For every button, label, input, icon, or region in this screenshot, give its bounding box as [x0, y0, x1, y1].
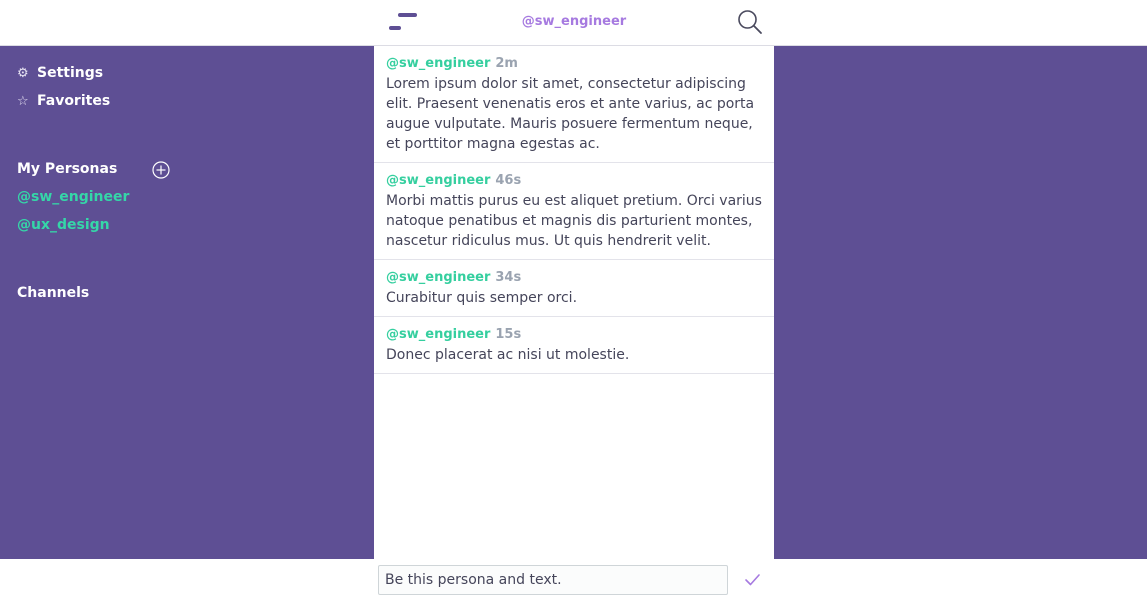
post-text: Morbi mattis purus eu est aliquet pretiu… [386, 193, 762, 249]
post-timestamp: 34s [495, 270, 522, 285]
sidebar-item-label: Settings [37, 65, 104, 81]
post-username[interactable]: @sw_engineer [386, 56, 490, 71]
post-timestamp: 15s [495, 327, 522, 342]
page-title: @sw_engineer [521, 14, 627, 29]
post-text: Donec placerat ac nisi ut molestie. [386, 347, 630, 363]
composer-bar [0, 559, 1147, 601]
post-item[interactable]: @sw_engineer 46s Morbi mattis purus eu es… [374, 163, 774, 260]
post-timestamp: 46s [495, 173, 522, 188]
post-text: Lorem ipsum dolor sit amet, consectetur … [386, 76, 755, 152]
sidebar-item-settings[interactable]: ⚙ Settings [17, 65, 103, 81]
post-item[interactable]: @sw_engineer 2m Lorem ipsum dolor sit ame… [374, 46, 774, 163]
sidebar-item-label: Favorites [37, 93, 111, 109]
search-icon[interactable] [737, 9, 763, 35]
plus-circle-icon[interactable] [152, 161, 170, 179]
sidebar-item-favorites[interactable]: ☆ Favorites [17, 93, 110, 109]
post-username[interactable]: @sw_engineer [386, 327, 490, 342]
post-username[interactable]: @sw_engineer [386, 173, 490, 188]
top-bar: @sw_engineer [0, 0, 1147, 46]
sidebar: ⚙ Settings ☆ Favorites My Personas @sw_e… [0, 46, 374, 559]
post-feed: @sw_engineer 2m Lorem ipsum dolor sit ame… [374, 46, 774, 559]
channels-heading[interactable]: Channels [17, 285, 89, 301]
star-icon: ☆ [17, 93, 29, 109]
personas-heading: My Personas [17, 161, 118, 177]
post-username[interactable]: @sw_engineer [386, 270, 490, 285]
gear-icon: ⚙ [17, 65, 29, 81]
compose-input[interactable] [378, 565, 728, 595]
post-timestamp: 2m [495, 56, 518, 71]
post-item[interactable]: @sw_engineer 15s Donec placerat ac nisi u… [374, 317, 774, 374]
post-text: Curabitur quis semper orci. [386, 290, 578, 306]
persona-sw-engineer[interactable]: @sw_engineer [17, 189, 129, 205]
post-item[interactable]: @sw_engineer 34s Curabitur quis semper or… [374, 260, 774, 317]
persona-ux-design[interactable]: @ux_design [17, 217, 110, 233]
checkmark-icon[interactable] [744, 573, 761, 587]
